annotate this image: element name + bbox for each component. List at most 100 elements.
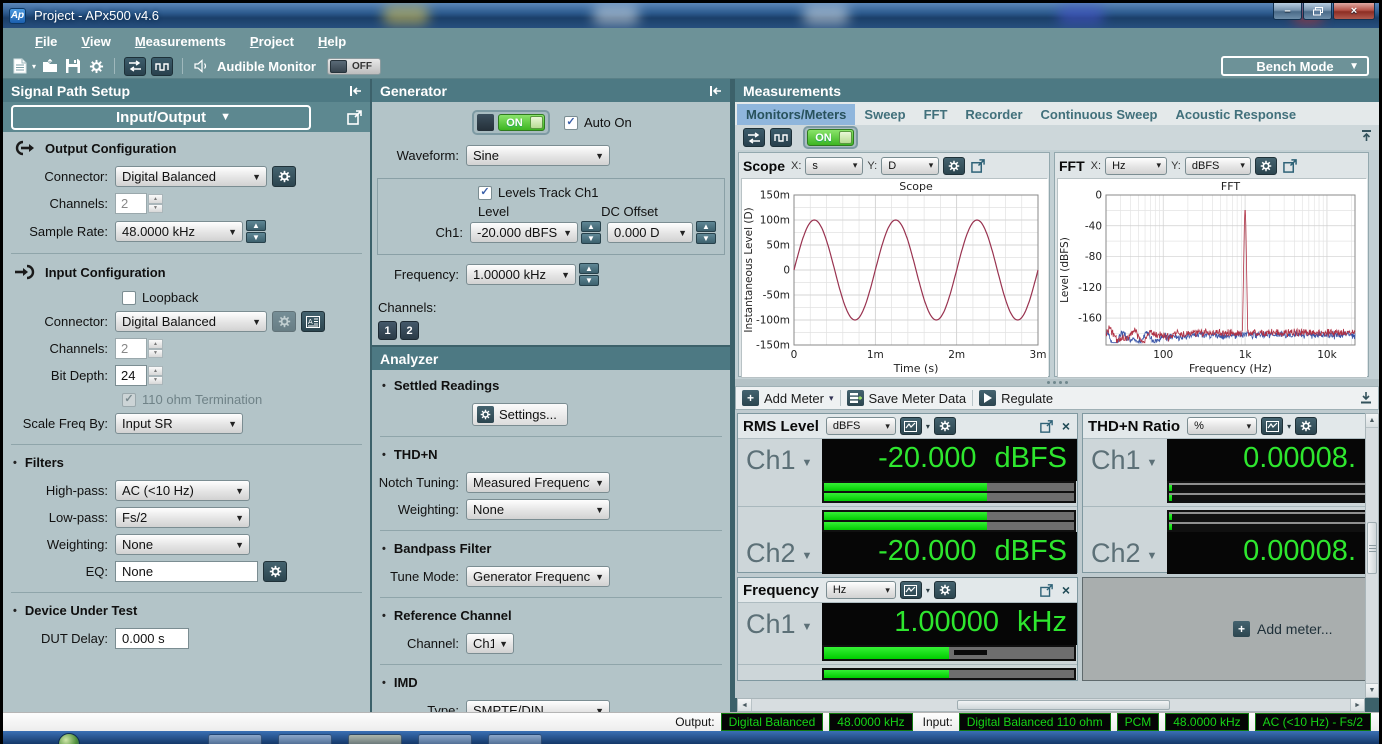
rms-display-mode-button[interactable]	[900, 417, 922, 435]
input-connector-settings-button[interactable]	[272, 311, 296, 332]
rms-close-icon[interactable]: ×	[1060, 418, 1072, 434]
menu-view[interactable]: View	[71, 31, 120, 52]
add-meter-tile-button[interactable]: + Add meter...	[1233, 621, 1332, 637]
close-button[interactable]: ×	[1333, 3, 1375, 20]
thdn-ch1-selector[interactable]: Ch1▼	[1083, 445, 1167, 476]
channel-1-button[interactable]: 1	[378, 321, 397, 340]
channel-2-button[interactable]: 2	[400, 321, 419, 340]
input-status-bits-button[interactable]: A	[301, 311, 325, 332]
analyzer-weighting-dropdown[interactable]: None▼	[466, 499, 610, 520]
bit-depth-field[interactable]: 24	[115, 365, 147, 386]
level-stepper[interactable]: ▲▼	[581, 221, 601, 244]
fft-x-unit-dropdown[interactable]: Hz▾	[1105, 157, 1167, 175]
scope-pop-out-icon[interactable]	[969, 158, 987, 174]
level-dropdown[interactable]: -20.000 dBFS▼	[470, 222, 578, 243]
dut-delay-field[interactable]: 0.000 s	[115, 628, 189, 649]
new-project-icon[interactable]	[11, 57, 29, 75]
restore-button[interactable]	[1303, 3, 1332, 20]
signal-path-swap-icon[interactable]	[743, 128, 765, 147]
add-meter-button[interactable]: + Add Meter ▾	[742, 390, 834, 406]
frequency-dropdown[interactable]: 1.00000 kHz▼	[466, 264, 576, 285]
bench-mode-dropdown[interactable]: Bench Mode ▼	[1221, 56, 1369, 76]
tab-recorder[interactable]: Recorder	[956, 104, 1031, 125]
rms-ch1-selector[interactable]: Ch1▼	[738, 445, 822, 476]
minimize-button[interactable]: –	[1273, 3, 1302, 20]
menu-file[interactable]: File	[25, 31, 67, 52]
signal-path-selector-dropdown[interactable]: Input/Output ▼	[11, 105, 311, 130]
output-connector-dropdown[interactable]: Digital Balanced▼	[115, 166, 267, 187]
scroll-right-arrow[interactable]: ►	[1350, 699, 1364, 711]
fft-settings-button[interactable]	[1255, 157, 1277, 175]
scrollbar-thumb[interactable]	[1367, 522, 1377, 574]
low-pass-dropdown[interactable]: Fs/2▼	[115, 507, 250, 528]
menu-help[interactable]: Help	[308, 31, 356, 52]
thdn-ch2-selector[interactable]: Ch2▼	[1083, 538, 1167, 569]
menu-project[interactable]: Project	[240, 31, 304, 52]
scroll-left-arrow[interactable]: ◄	[738, 699, 752, 711]
start-button[interactable]	[58, 733, 80, 744]
meters-vertical-scrollbar[interactable]: ▲ ▼	[1365, 413, 1379, 698]
frequency-pop-out-icon[interactable]	[1038, 582, 1056, 598]
output-connector-settings-button[interactable]	[272, 166, 296, 187]
collapse-left-icon[interactable]	[709, 85, 722, 97]
fft-y-unit-dropdown[interactable]: dBFS▾	[1185, 157, 1251, 175]
taskbar-button[interactable]	[208, 734, 262, 744]
auto-on-checkbox[interactable]	[564, 116, 578, 130]
sample-rate-stepper[interactable]: ▲▼	[246, 220, 266, 243]
frequency-ch1-selector[interactable]: Ch1▼	[738, 609, 822, 640]
thdn-display-mode-button[interactable]	[1261, 417, 1283, 435]
scale-freq-dropdown[interactable]: Input SR▼	[115, 413, 243, 434]
frequency-stepper[interactable]: ▲▼	[579, 263, 599, 286]
save-project-icon[interactable]	[64, 57, 82, 75]
pop-out-icon[interactable]	[347, 110, 362, 125]
thdn-unit-dropdown[interactable]: %▾	[1187, 417, 1257, 435]
tab-continuous-sweep[interactable]: Continuous Sweep	[1032, 104, 1167, 125]
regulate-button[interactable]: Regulate	[979, 390, 1053, 406]
taskbar-button[interactable]	[488, 734, 542, 744]
rms-unit-dropdown[interactable]: dBFS▾	[826, 417, 896, 435]
taskbar-button[interactable]	[348, 734, 402, 744]
sample-rate-dropdown[interactable]: 48.0000 kHz▼	[115, 221, 243, 242]
signal-monitor-icon[interactable]	[770, 128, 792, 147]
eq-field[interactable]: None	[115, 561, 258, 582]
dc-offset-stepper[interactable]: ▲▼	[696, 221, 716, 244]
high-pass-dropdown[interactable]: AC (<10 Hz)▼	[115, 480, 250, 501]
menu-measurements[interactable]: Measurements	[125, 31, 236, 52]
taskbar-button[interactable]	[278, 734, 332, 744]
fft-pop-out-icon[interactable]	[1281, 158, 1299, 174]
tune-mode-dropdown[interactable]: Generator Frequency▼	[466, 566, 610, 587]
open-project-icon[interactable]	[41, 57, 59, 75]
eq-settings-button[interactable]	[263, 561, 287, 582]
windows-taskbar[interactable]	[3, 731, 1379, 744]
imd-type-dropdown[interactable]: SMPTE/DIN▼	[466, 700, 610, 712]
tab-fft[interactable]: FFT	[915, 104, 957, 125]
collapse-left-icon[interactable]	[349, 85, 362, 97]
generator-on-toggle[interactable]: ON	[472, 110, 550, 135]
audible-monitor-toggle[interactable]: OFF	[327, 58, 381, 75]
rms-ch2-selector[interactable]: Ch2▼	[738, 538, 822, 569]
scope-settings-button[interactable]	[943, 157, 965, 175]
collapse-up-icon[interactable]	[1360, 129, 1373, 142]
settled-settings-button[interactable]: Settings...	[472, 403, 568, 426]
signal-monitor-icon[interactable]	[151, 57, 173, 76]
rms-settings-button[interactable]	[934, 417, 956, 435]
rms-pop-out-icon[interactable]	[1038, 418, 1056, 434]
thdn-settings-button[interactable]	[1295, 417, 1317, 435]
taskbar-button[interactable]	[418, 734, 472, 744]
levels-track-checkbox[interactable]	[478, 186, 492, 200]
meters-horizontal-scrollbar[interactable]: ◄ ►	[737, 698, 1365, 712]
notch-tuning-dropdown[interactable]: Measured Frequency▼	[466, 472, 610, 493]
loopback-checkbox[interactable]	[122, 291, 136, 305]
signal-path-swap-icon[interactable]	[124, 57, 146, 76]
save-meter-data-button[interactable]: Save Meter Data	[847, 390, 967, 406]
tab-acoustic-response[interactable]: Acoustic Response	[1167, 104, 1306, 125]
bit-depth-spinner[interactable]: ▲▼	[148, 366, 163, 385]
monitor-on-toggle[interactable]: ON	[803, 126, 858, 149]
export-down-icon[interactable]	[1360, 391, 1372, 404]
input-connector-dropdown[interactable]: Digital Balanced▼	[115, 311, 267, 332]
new-project-dropdown-caret[interactable]: ▾	[32, 62, 36, 71]
scroll-up-arrow[interactable]: ▲	[1366, 414, 1378, 428]
frequency-settings-button[interactable]	[934, 581, 956, 599]
frequency-display-mode-button[interactable]	[900, 581, 922, 599]
dc-offset-dropdown[interactable]: 0.000 D▼	[607, 222, 693, 243]
